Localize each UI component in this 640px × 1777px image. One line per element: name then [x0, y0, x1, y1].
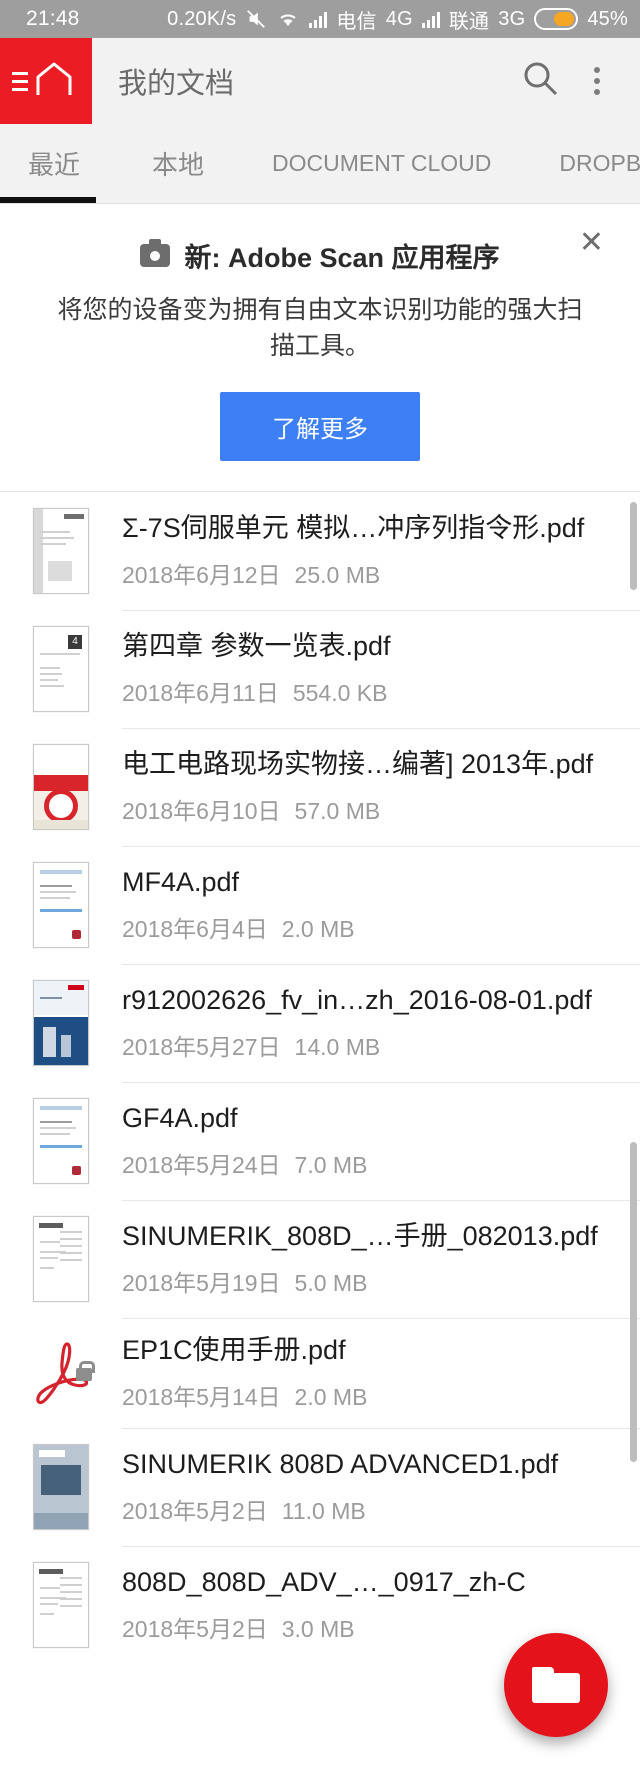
file-date: 2018年6月11日: [122, 679, 279, 706]
file-size: 7.0 MB: [294, 1151, 368, 1178]
file-date: 2018年6月12日: [122, 561, 281, 588]
file-thumbnail: [0, 980, 122, 1066]
scrollbar-thumb-top[interactable]: [630, 502, 637, 590]
file-name: r912002626_fv_in…zh_2016-08-01.pdf: [122, 985, 592, 1016]
file-name: Σ-7S伺服单元 模拟…冲序列指令形.pdf: [122, 513, 585, 544]
page-title: 我的文档: [118, 68, 235, 100]
app-bar: 我的文档: [0, 38, 640, 124]
file-name: 电工电路现场实物接…编著] 2013年.pdf: [122, 749, 594, 780]
file-name: 第四章 参数一览表.pdf: [122, 631, 391, 662]
list-item[interactable]: 4 第四章 参数一览表.pdf 2018年6月11日 554.0 KB: [0, 610, 640, 728]
promo-title: 新: Adobe Scan 应用程序: [184, 243, 500, 273]
tab-dropbox[interactable]: DROPBOX: [559, 124, 640, 203]
mute-icon: [245, 8, 267, 30]
file-date: 2018年5月24日: [122, 1151, 281, 1178]
file-thumbnail: [0, 1443, 122, 1530]
list-item[interactable]: r912002626_fv_in…zh_2016-08-01.pdf 2018年…: [0, 964, 640, 1082]
carrier-2-label: 联通: [448, 10, 490, 33]
list-item[interactable]: Σ-7S伺服单元 模拟…冲序列指令形.pdf 2018年6月12日 25.0 MB: [0, 492, 640, 610]
status-bar: 21:48 0.20K/s 电信 4G 联通 3G 45%: [0, 0, 640, 38]
carrier-1-label: 电信: [336, 10, 377, 33]
signal-bars-icon: [309, 11, 328, 28]
file-name: 808D_808D_ADV_…_0917_zh-C: [122, 1566, 526, 1597]
scrollbar-thumb[interactable]: [630, 1142, 637, 1462]
file-size: 554.0 KB: [292, 679, 388, 706]
file-date: 2018年5月19日: [122, 1269, 281, 1296]
camera-icon: [140, 239, 171, 267]
signal-bars-icon-2: [421, 11, 440, 28]
network-type-1: 4G: [385, 7, 413, 30]
adobe-pdf-icon: [0, 1338, 122, 1408]
file-date: 2018年6月10日: [122, 797, 281, 824]
file-size: 25.0 MB: [294, 561, 381, 588]
app-root: 21:48 0.20K/s 电信 4G 联通 3G 45% 我的文档 最近 本地…: [0, 0, 640, 1777]
tab-document-cloud[interactable]: DOCUMENT CLOUD: [272, 124, 491, 203]
tab-active-indicator: [0, 197, 96, 203]
list-item[interactable]: SINUMERIK_808D_…手册_082013.pdf 2018年5月19日…: [0, 1200, 640, 1318]
file-date: 2018年5月27日: [122, 1033, 281, 1060]
close-icon[interactable]: ✕: [569, 222, 614, 264]
list-item[interactable]: EP1C使用手册.pdf 2018年5月14日 2.0 MB: [0, 1318, 640, 1428]
kebab-menu-icon[interactable]: [584, 59, 610, 103]
promo-description: 将您的设备变为拥有自由文本识别功能的强大扫描工具。: [57, 296, 583, 360]
file-name: GF4A.pdf: [122, 1103, 238, 1134]
file-size: 11.0 MB: [281, 1497, 366, 1524]
file-size: 57.0 MB: [294, 797, 381, 824]
create-folder-fab[interactable]: [504, 1633, 608, 1737]
status-clock: 21:48: [26, 7, 80, 30]
file-name: MF4A.pdf: [122, 867, 240, 898]
home-button[interactable]: [0, 38, 92, 124]
file-size: 3.0 MB: [281, 1615, 355, 1642]
tab-recent[interactable]: 最近: [28, 124, 80, 203]
list-item[interactable]: GF4A.pdf 2018年5月24日 7.0 MB: [0, 1082, 640, 1200]
folder-icon: [532, 1667, 580, 1703]
file-size: 14.0 MB: [294, 1033, 381, 1060]
battery-icon: [534, 8, 579, 30]
list-item[interactable]: 电工电路现场实物接…编著] 2013年.pdf 2018年6月10日 57.0 M…: [0, 728, 640, 846]
file-date: 2018年5月14日: [122, 1383, 281, 1410]
file-date: 2018年5月2日: [122, 1615, 268, 1642]
list-item[interactable]: MF4A.pdf 2018年6月4日 2.0 MB: [0, 846, 640, 964]
wifi-icon: [276, 9, 300, 29]
hamburger-menu-icon[interactable]: [12, 71, 28, 91]
file-thumbnail: [0, 508, 122, 594]
home-icon: [32, 59, 76, 104]
file-size: 2.0 MB: [294, 1383, 368, 1410]
file-thumbnail: [0, 1098, 122, 1184]
tab-local[interactable]: 本地: [152, 124, 204, 203]
learn-more-button[interactable]: 了解更多: [220, 392, 420, 461]
file-thumbnail: 4: [0, 626, 122, 712]
file-date: 2018年6月4日: [122, 915, 268, 942]
file-thumbnail: [0, 1561, 122, 1648]
file-name: EP1C使用手册.pdf: [122, 1335, 346, 1365]
file-name: SINUMERIK_808D_…手册_082013.pdf: [122, 1221, 598, 1252]
lock-icon: [76, 1360, 95, 1381]
file-name: SINUMERIK 808D ADVANCED1.pdf: [122, 1448, 559, 1479]
search-icon[interactable]: [520, 58, 562, 105]
list-item[interactable]: SINUMERIK 808D ADVANCED1.pdf 2018年5月2日 11…: [0, 1427, 640, 1546]
file-size: 5.0 MB: [294, 1269, 368, 1296]
network-speed: 0.20K/s: [167, 7, 237, 30]
file-size: 2.0 MB: [281, 915, 355, 942]
tab-bar: 最近 本地 DOCUMENT CLOUD DROPBOX: [0, 124, 640, 204]
promo-banner: ✕ 新: Adobe Scan 应用程序 将您的设备变为拥有自由文本识别功能的强…: [0, 204, 640, 491]
file-thumbnail: [0, 862, 122, 948]
file-thumbnail: [0, 744, 122, 830]
file-list[interactable]: Σ-7S伺服单元 模拟…冲序列指令形.pdf 2018年6月12日 25.0 MB…: [0, 491, 640, 1664]
file-thumbnail: [0, 1216, 122, 1302]
battery-percent: 45%: [587, 7, 628, 30]
network-type-2: 3G: [498, 7, 526, 30]
file-date: 2018年5月2日: [122, 1497, 268, 1524]
